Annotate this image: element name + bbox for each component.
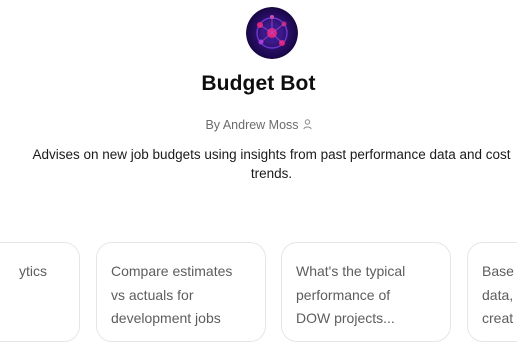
conversation-starter-text: Base data, creat <box>482 263 514 326</box>
budget-bot-avatar-icon <box>246 7 298 59</box>
bot-name: Budget Bot <box>201 72 316 95</box>
bot-avatar <box>246 7 298 59</box>
bot-author: By Andrew Moss <box>0 118 517 133</box>
conversation-starter-card[interactable]: Compare estimates vs actuals for develop… <box>96 242 266 342</box>
conversation-starter-text: ytics <box>19 263 47 279</box>
conversation-starter-text: Compare estimates vs actuals for develop… <box>111 263 233 326</box>
bot-description: Advises on new job budgets using insight… <box>32 147 511 181</box>
person-icon <box>302 119 312 133</box>
conversation-starter-card[interactable]: ytics <box>0 242 80 342</box>
conversation-starter-text: What's the typical performance of DOW pr… <box>296 263 406 326</box>
conversation-starter-card[interactable]: Base data, creat <box>467 242 517 342</box>
gpt-intro-page: Budget Bot By Andrew Moss Advises on new… <box>0 0 517 346</box>
author-label: By Andrew Moss <box>205 118 299 132</box>
conversation-starter-card[interactable]: What's the typical performance of DOW pr… <box>281 242 451 342</box>
